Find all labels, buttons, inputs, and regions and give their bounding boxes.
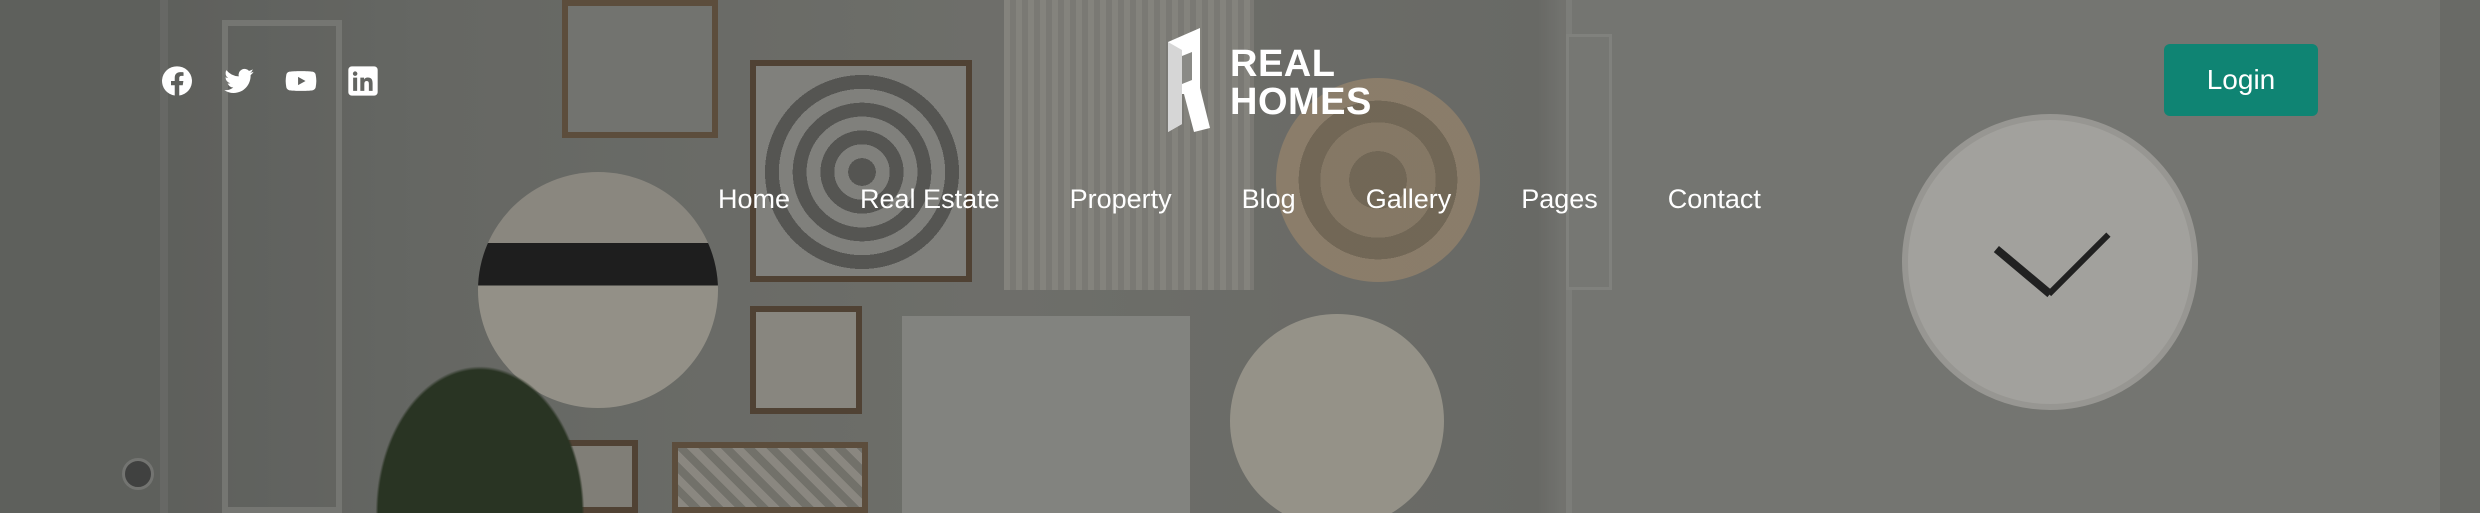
twitter-icon (224, 68, 254, 93)
nav-item-real-estate[interactable]: Real Estate (860, 184, 1000, 215)
login-button[interactable]: Login (2164, 44, 2318, 116)
nav-item-blog[interactable]: Blog (1242, 184, 1296, 215)
logo-mark-icon (1160, 28, 1212, 137)
linkedin-link[interactable] (346, 64, 380, 98)
nav-item-contact[interactable]: Contact (1668, 184, 1761, 215)
logo-line-1: REAL (1230, 42, 1336, 85)
linkedin-icon (348, 66, 378, 96)
site-logo[interactable]: REAL HOMES (1160, 28, 1372, 137)
nav-item-pages[interactable]: Pages (1521, 184, 1598, 215)
logo-line-2: HOMES (1230, 80, 1372, 123)
logo-text: REAL HOMES (1230, 45, 1372, 121)
nav-item-property[interactable]: Property (1070, 184, 1172, 215)
twitter-link[interactable] (222, 64, 256, 98)
nav-item-home[interactable]: Home (718, 184, 790, 215)
youtube-link[interactable] (284, 64, 318, 98)
hero-background: REAL HOMES Home Real Estate Property Blo… (0, 0, 2480, 513)
nav-item-gallery[interactable]: Gallery (1366, 184, 1452, 215)
facebook-link[interactable] (160, 64, 194, 98)
main-nav: Home Real Estate Property Blog Gallery P… (718, 184, 1761, 215)
facebook-icon (162, 66, 192, 96)
youtube-icon (285, 71, 317, 91)
social-links (160, 64, 380, 98)
